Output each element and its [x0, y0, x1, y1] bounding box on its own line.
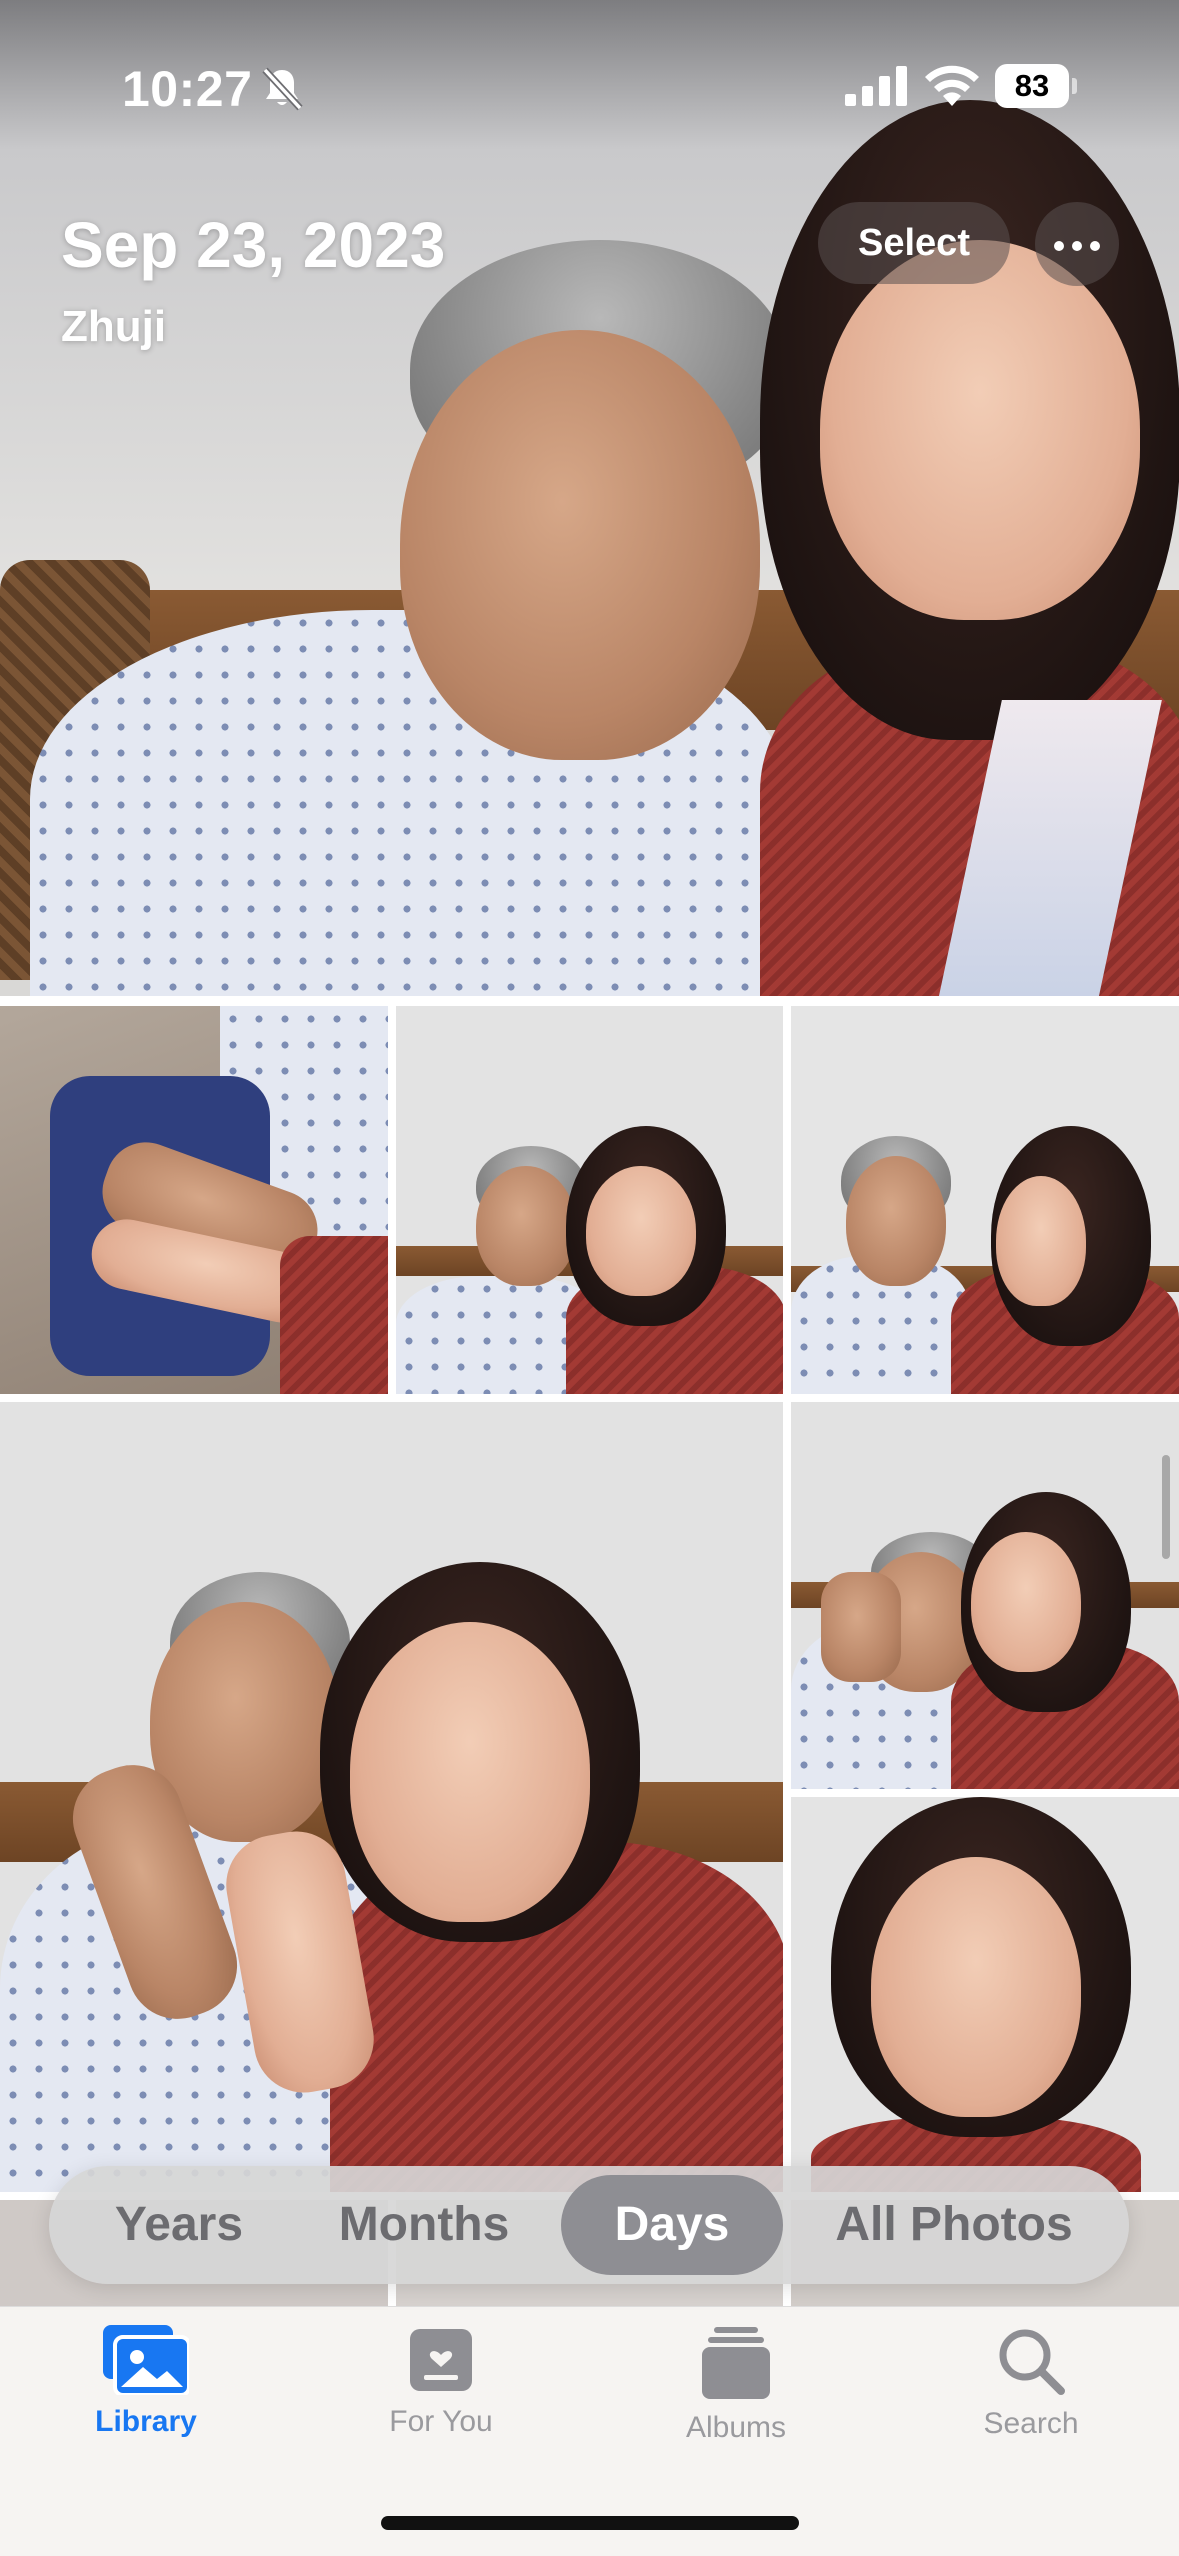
photo-thumbnail[interactable]	[791, 1402, 1179, 1789]
segment-years[interactable]: Years	[59, 2175, 299, 2275]
tab-label: For You	[389, 2405, 493, 2438]
tab-label: Library	[95, 2405, 197, 2438]
view-segmented-control: Years Months Days All Photos	[49, 2166, 1129, 2284]
status-bar: 10:27 83	[0, 0, 1179, 170]
photo-library-icon	[103, 2325, 189, 2395]
photo-thumbnail[interactable]	[791, 1006, 1179, 1394]
albums-icon	[702, 2327, 770, 2399]
battery-level: 83	[995, 64, 1069, 108]
tab-label: Search	[983, 2407, 1079, 2440]
tab-albums[interactable]: Albums	[636, 2325, 836, 2475]
segment-days[interactable]: Days	[561, 2175, 783, 2275]
more-options-button[interactable]	[1035, 202, 1119, 286]
cellular-signal-icon	[845, 66, 907, 106]
tab-search[interactable]: Search	[931, 2325, 1131, 2475]
photo-thumbnail[interactable]	[791, 1797, 1179, 2192]
tab-for-you[interactable]: For You	[341, 2325, 541, 2475]
location-label: Zhuji	[61, 302, 167, 351]
tab-library[interactable]: Library	[46, 2325, 246, 2475]
status-time: 10:27	[122, 61, 253, 117]
silent-mode-icon	[262, 67, 303, 111]
battery-icon: 83	[995, 64, 1077, 108]
photo-thumbnail[interactable]	[396, 1006, 783, 1394]
tab-label: Albums	[685, 2411, 787, 2444]
search-icon	[999, 2329, 1065, 2395]
photo-thumbnail-large[interactable]	[0, 1402, 783, 2192]
segment-months[interactable]: Months	[299, 2175, 549, 2275]
photo-thumbnail[interactable]	[0, 1006, 388, 1394]
scroll-indicator[interactable]	[1162, 1455, 1170, 1559]
day-title: Sep 23, 2023	[61, 209, 446, 281]
select-button[interactable]: Select	[818, 202, 1010, 284]
for-you-icon	[410, 2329, 472, 2391]
segment-all-photos[interactable]: All Photos	[789, 2175, 1119, 2275]
home-indicator[interactable]	[381, 2516, 799, 2530]
wifi-icon	[925, 65, 979, 106]
